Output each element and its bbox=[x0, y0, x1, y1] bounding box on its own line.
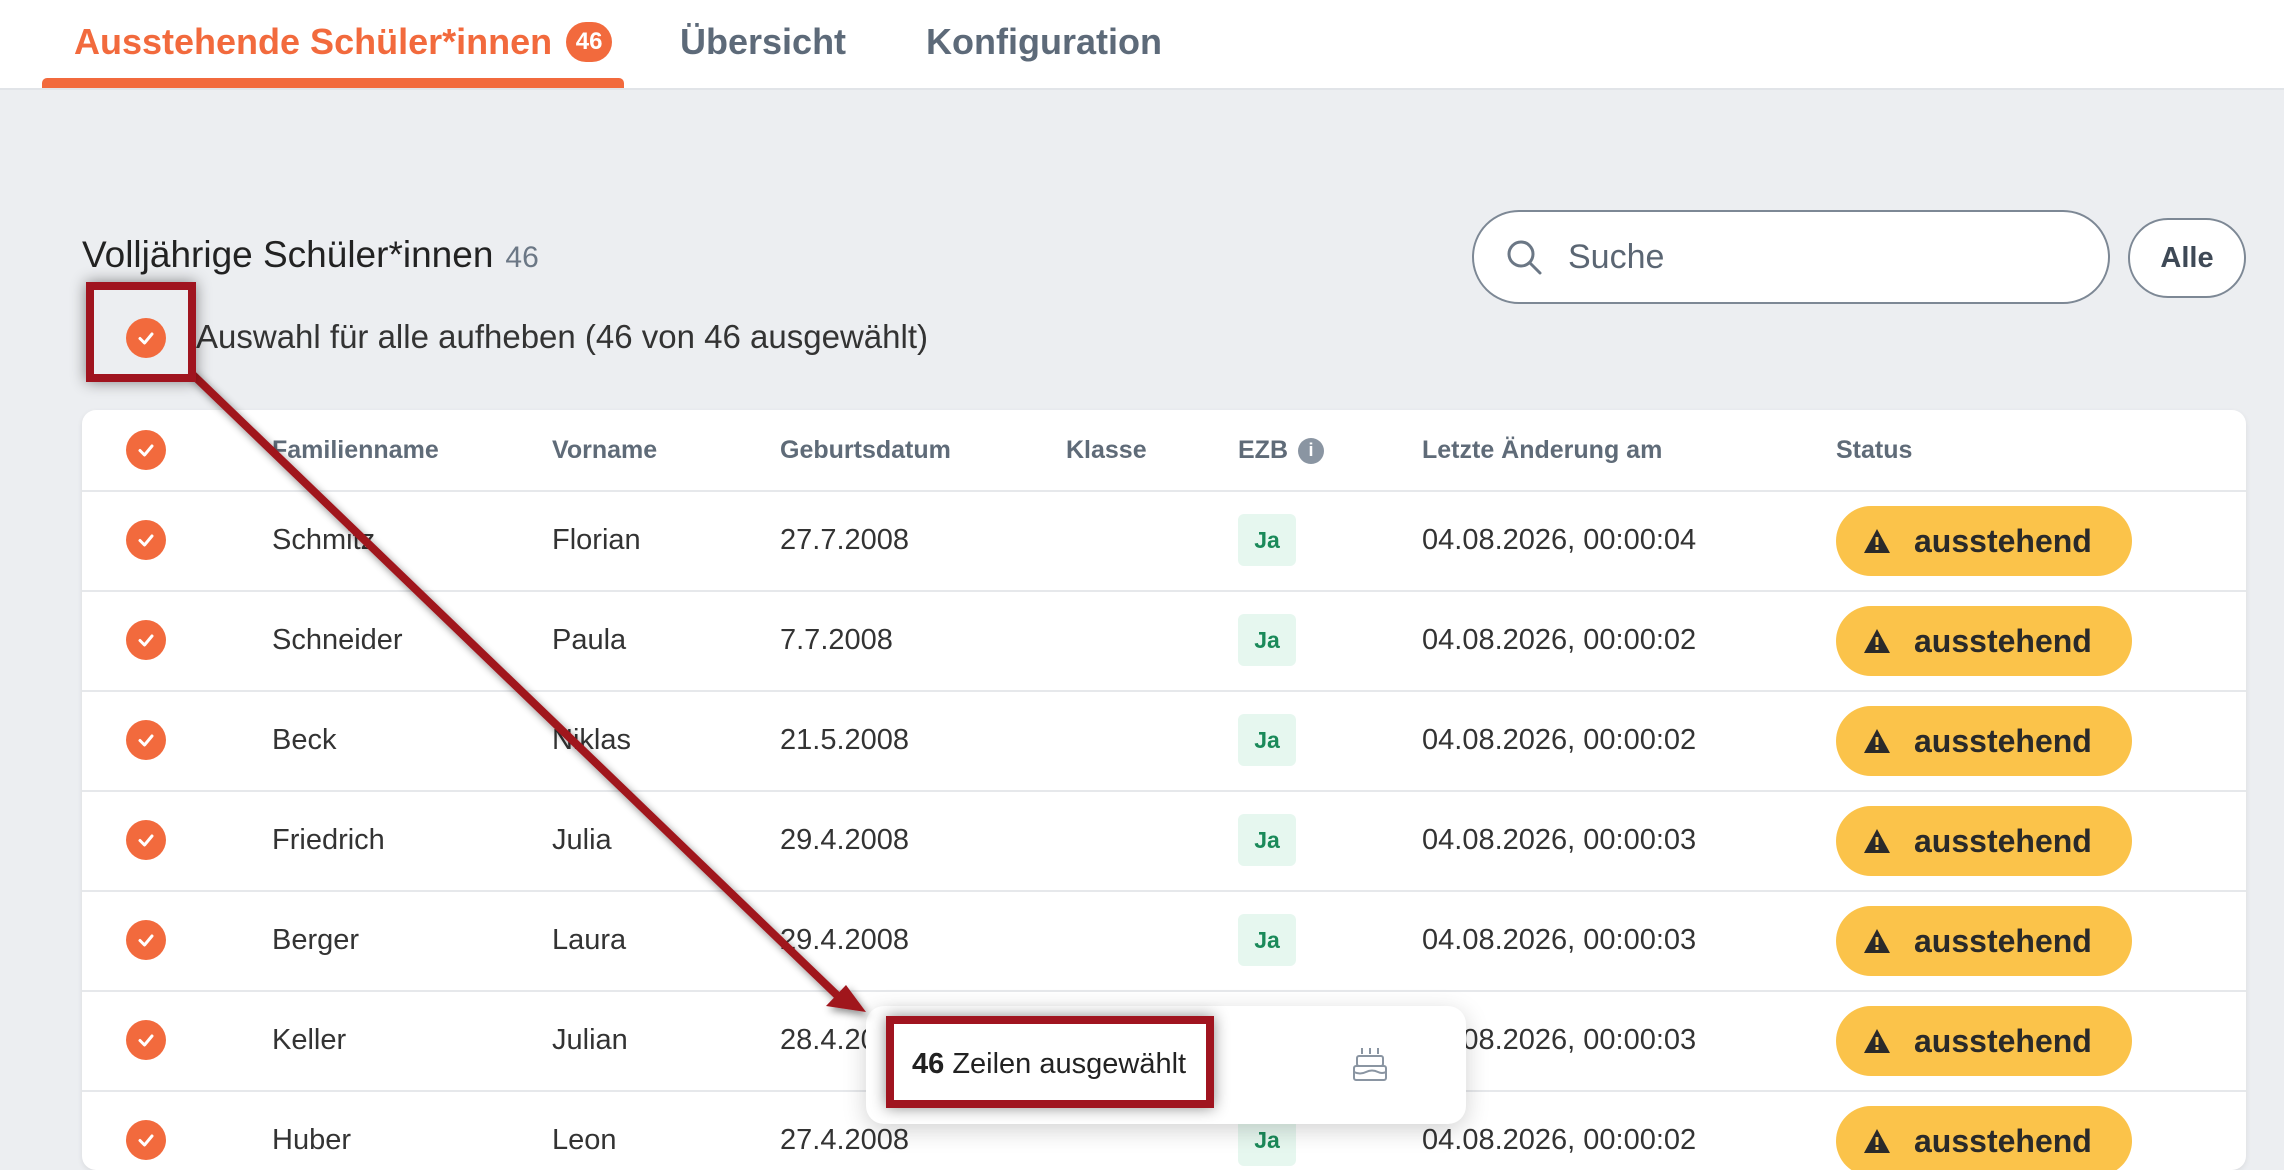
annotation-arrow bbox=[187, 369, 866, 1012]
annotation-box-selection-count bbox=[886, 1016, 1214, 1108]
annotation-box-select-all bbox=[86, 282, 196, 382]
